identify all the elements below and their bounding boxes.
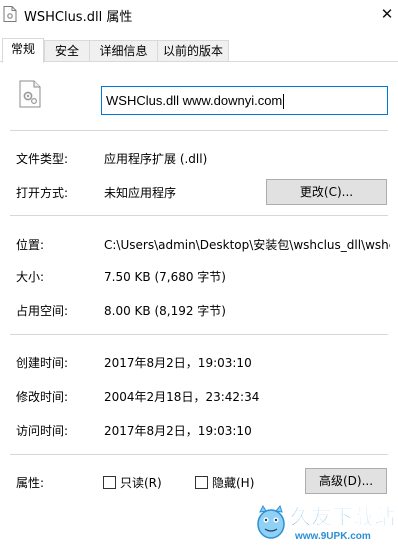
separator: [10, 130, 388, 131]
location-value: C:\Users\admin\Desktop\安装包\wshclus_dll\w…: [104, 238, 390, 252]
file-name-input[interactable]: WSHClus.dll www.downyi.com: [101, 86, 388, 115]
dll-file-icon: [19, 80, 41, 108]
tab-strip: 常规 安全 详细信息 以前的版本: [0, 38, 398, 63]
disk-size-value: 8.00 KB (8,192 字节): [104, 304, 226, 318]
tab-security[interactable]: 安全: [44, 40, 90, 62]
watermark-mascot-icon: [257, 504, 285, 539]
created-value: 2017年8月2日，19:03:10: [104, 356, 252, 370]
readonly-checkbox-label[interactable]: 只读(R): [120, 474, 162, 491]
readonly-checkbox[interactable]: [103, 476, 116, 489]
file-type-label: 文件类型:: [16, 152, 69, 166]
size-value: 7.50 KB (7,680 字节): [104, 270, 226, 284]
accessed-value: 2017年8月2日，19:03:10: [104, 424, 252, 438]
location-label: 位置:: [16, 238, 45, 252]
tab-previous-versions[interactable]: 以前的版本: [157, 40, 229, 62]
size-label: 大小:: [16, 270, 45, 284]
file-type-value: 应用程序扩展 (.dll): [104, 152, 208, 166]
opens-with-label: 打开方式:: [16, 186, 69, 200]
hidden-checkbox-label[interactable]: 隐藏(H): [212, 474, 254, 491]
separator: [10, 215, 388, 216]
tab-general[interactable]: 常规: [2, 38, 44, 63]
opens-with-value: 未知应用程序: [104, 186, 177, 200]
title-bar: WSHClus.dll 属性 ✕: [0, 0, 398, 32]
created-label: 创建时间:: [16, 356, 69, 370]
attributes-label: 属性:: [16, 476, 45, 490]
modified-value: 2004年2月18日，23:42:34: [104, 390, 260, 404]
accessed-label: 访问时间:: [16, 424, 69, 438]
advanced-button[interactable]: 高级(D)...: [305, 468, 387, 494]
text-caret: [283, 94, 285, 110]
hidden-checkbox[interactable]: [195, 476, 208, 489]
modified-label: 修改时间:: [16, 390, 69, 404]
separator: [10, 454, 388, 455]
close-icon[interactable]: ✕: [378, 5, 396, 23]
disk-size-label: 占用空间:: [16, 304, 69, 318]
watermark-logo: 久友下载站 www.9UPK.com: [257, 504, 395, 542]
window-title: WSHClus.dll 属性: [24, 10, 133, 25]
watermark-url: www.9UPK.com: [294, 531, 371, 542]
tab-details[interactable]: 详细信息: [89, 40, 158, 62]
dll-file-icon: [3, 6, 17, 22]
separator: [10, 334, 388, 335]
change-button[interactable]: 更改(C)...: [266, 179, 387, 205]
watermark-title: 久友下载站: [290, 505, 395, 529]
